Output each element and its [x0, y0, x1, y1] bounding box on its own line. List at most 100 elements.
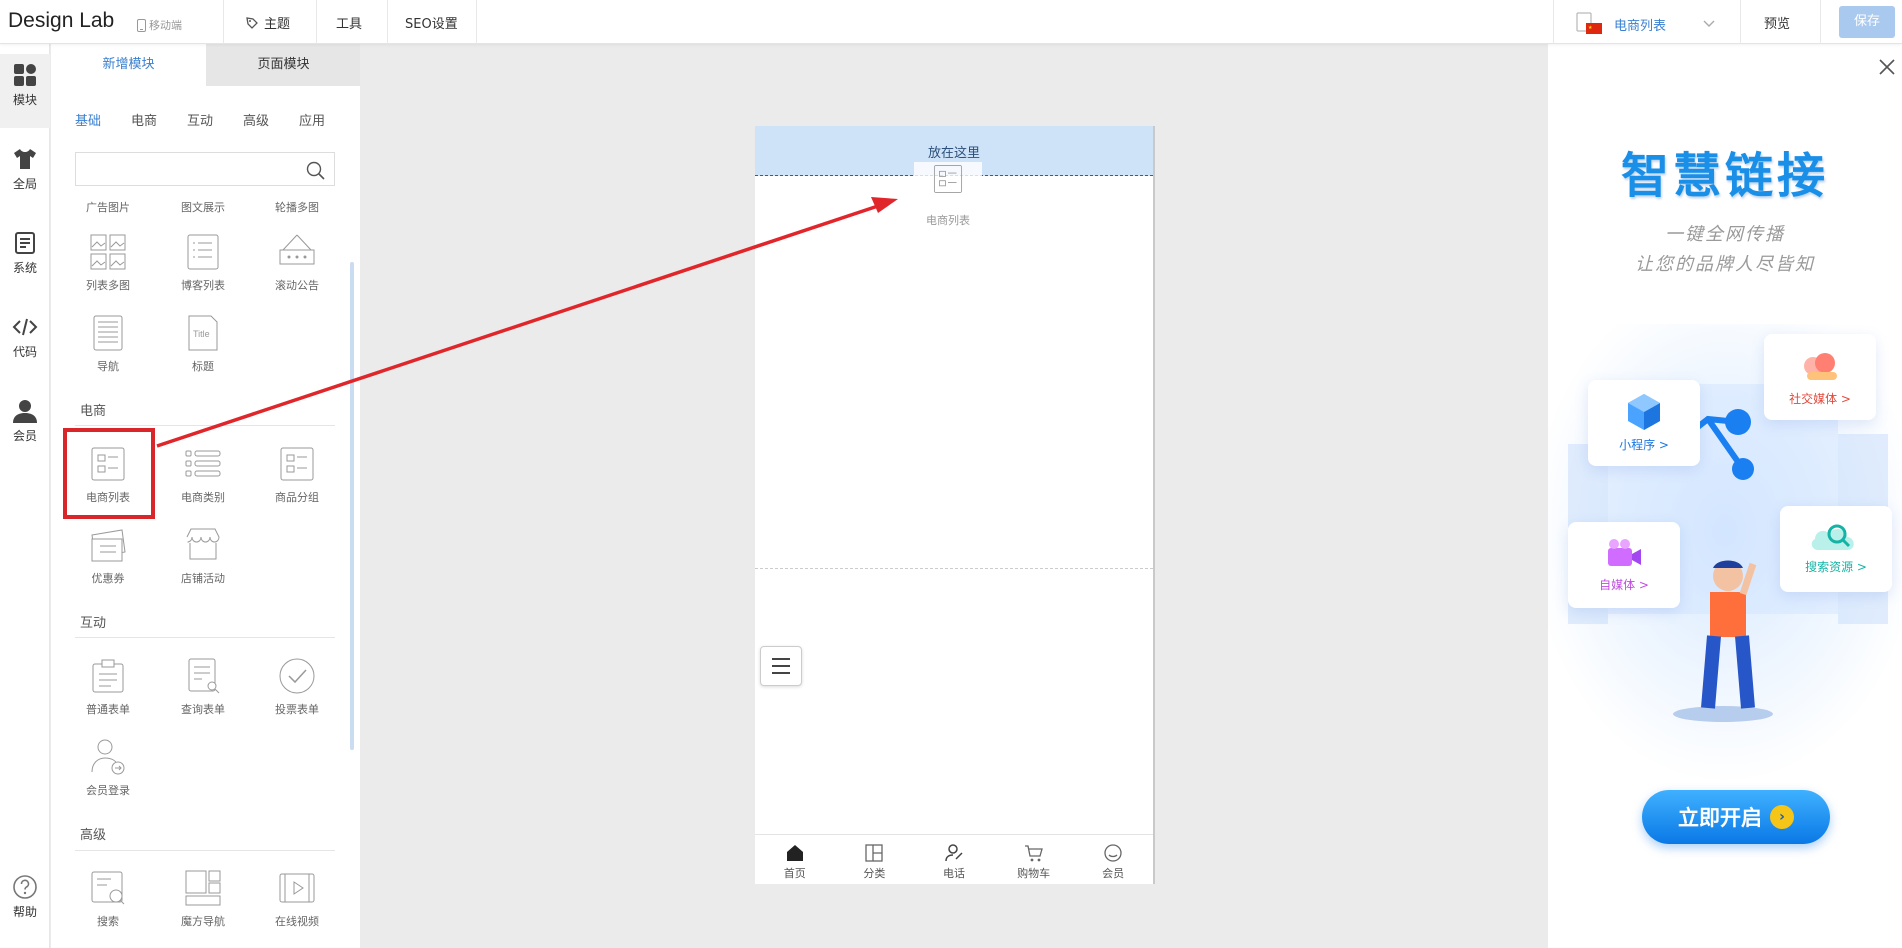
section-advanced: 高级 — [80, 828, 107, 843]
mobile-label: 移动端 — [149, 19, 182, 32]
category-advanced[interactable]: 高级 — [243, 110, 299, 129]
phone-canvas[interactable]: 放在这里 电商列表 首页 分类 电话 购物车 会员 — [755, 126, 1153, 884]
save-button[interactable]: 保存 — [1839, 6, 1895, 38]
module-cube-nav[interactable]: 魔方导航 — [158, 868, 248, 929]
rail-item-system[interactable]: 系统 — [0, 230, 50, 276]
module-search[interactable]: 搜索 — [63, 868, 153, 929]
menu-button[interactable] — [760, 646, 802, 686]
category-ecommerce[interactable]: 电商 — [131, 110, 187, 129]
ad-title: 智慧链接 — [1620, 148, 1829, 204]
nav-tools[interactable]: 工具 — [336, 13, 362, 32]
close-icon[interactable] — [1878, 58, 1896, 76]
mobile-toggle[interactable]: 移动端 — [137, 17, 182, 33]
document-icon — [15, 232, 35, 254]
product-list-icon — [933, 164, 963, 194]
module-form[interactable]: 普通表单 — [63, 656, 153, 717]
rail-item-member[interactable]: 会员 — [0, 398, 50, 444]
rail-label: 会员 — [12, 429, 37, 443]
tab-member[interactable]: 会员 — [1073, 835, 1153, 884]
tab-page-module[interactable]: 页面模块 — [206, 44, 360, 86]
module-store-event[interactable]: 店铺活动 — [158, 525, 248, 586]
module-label: 魔方导航 — [181, 915, 225, 928]
preview-button[interactable]: 预览 — [1764, 13, 1790, 32]
tab-phone[interactable]: 电话 — [914, 835, 994, 884]
svg-text:Title: Title — [193, 329, 210, 339]
module-ad-image-label[interactable]: 广告图片 — [63, 199, 153, 215]
module-label: 电商类别 — [181, 491, 225, 504]
logo: Design Lab — [8, 9, 115, 32]
dragged-module[interactable]: 电商列表 — [907, 158, 989, 236]
rail-item-global[interactable]: 全局 — [0, 146, 50, 192]
category-interaction[interactable]: 互动 — [187, 110, 243, 129]
divider — [223, 0, 224, 44]
tab-label: 首页 — [783, 867, 806, 880]
divider — [387, 0, 388, 44]
module-navigation[interactable]: 导航 — [63, 313, 153, 374]
ad-subtitle: 一键全网传播 — [1665, 224, 1785, 245]
start-now-button[interactable]: 立即开启 › — [1642, 790, 1830, 844]
section-divider — [755, 568, 1153, 569]
category-tabs: 基础 电商 互动 高级 应用 — [75, 110, 355, 129]
module-multi-image-list[interactable]: 列表多图 — [63, 232, 153, 293]
panel-scrollbar[interactable] — [350, 262, 354, 750]
module-blog-list[interactable]: 博客列表 — [158, 232, 248, 293]
divider — [75, 637, 335, 638]
nav-seo[interactable]: SEO设置 — [405, 13, 458, 32]
home-icon — [786, 845, 803, 861]
rail-item-code[interactable]: 代码 — [0, 314, 50, 360]
rail-item-modules[interactable]: 模块 — [0, 54, 50, 128]
nav-tools-label: 工具 — [336, 17, 363, 32]
cube-nav-icon — [185, 870, 221, 906]
language-select[interactable]: ★ 电商列表 — [1576, 12, 1716, 36]
category-basic[interactable]: 基础 — [75, 110, 131, 129]
phone-call-icon — [945, 844, 963, 862]
module-coupon[interactable]: 优惠券 — [63, 525, 153, 586]
search-cloud-icon — [1811, 524, 1854, 550]
cart-icon — [1024, 845, 1043, 862]
module-vote-form[interactable]: 投票表单 — [252, 656, 342, 717]
rail-label: 代码 — [12, 345, 37, 359]
tab-home[interactable]: 首页 — [755, 835, 835, 884]
check-circle-icon — [279, 658, 315, 694]
divider — [75, 425, 335, 426]
hamburger-icon — [772, 658, 790, 674]
divider — [1820, 0, 1821, 44]
card-mini-program[interactable]: 小程序 > — [1588, 380, 1700, 466]
module-label: 在线视频 — [275, 915, 319, 928]
code-icon — [12, 318, 38, 336]
category-apps[interactable]: 应用 — [299, 110, 355, 129]
card-search-resources[interactable]: 搜索资源 > — [1780, 506, 1892, 592]
module-announcement[interactable]: 滚动公告 — [252, 232, 342, 293]
member-icon — [1104, 844, 1122, 862]
card-social-media[interactable]: 社交媒体 > — [1764, 334, 1876, 420]
module-label: 滚动公告 — [275, 279, 319, 292]
tab-add-module[interactable]: 新增模块 — [51, 44, 206, 86]
module-query-form[interactable]: 查询表单 — [158, 656, 248, 717]
divider — [316, 0, 317, 44]
module-label: 查询表单 — [181, 703, 225, 716]
module-video[interactable]: 在线视频 — [252, 868, 342, 929]
card-label: 社交媒体 > — [1789, 392, 1851, 406]
module-label: 投票表单 — [275, 703, 319, 716]
card-self-media[interactable]: 自媒体 > — [1568, 522, 1680, 608]
dragged-module-label: 电商列表 — [926, 214, 970, 227]
rail-label: 帮助 — [12, 905, 37, 919]
tab-cart[interactable]: 购物车 — [994, 835, 1074, 884]
dragged-module-box — [914, 162, 982, 212]
module-carousel-label[interactable]: 轮播多图 — [252, 199, 342, 215]
rail-item-help[interactable]: 帮助 — [0, 874, 50, 920]
module-search[interactable] — [75, 152, 335, 186]
nav-theme[interactable]: 主题 — [244, 13, 290, 32]
rail-label: 全局 — [12, 177, 37, 191]
tab-category[interactable]: 分类 — [835, 835, 915, 884]
card-label: 自媒体 > — [1599, 578, 1649, 592]
form-icon — [92, 659, 124, 693]
module-member-login[interactable]: 会员登录 — [63, 737, 153, 798]
module-product-group[interactable]: 商品分组 — [252, 444, 342, 505]
module-ecommerce-category[interactable]: 电商类别 — [158, 444, 248, 505]
tab-label: 分类 — [863, 867, 886, 880]
category-list-icon — [185, 450, 221, 477]
module-image-text-label[interactable]: 图文展示 — [158, 199, 248, 215]
module-title[interactable]: Title 标题 — [158, 313, 248, 374]
tab-label: 电话 — [942, 867, 965, 880]
